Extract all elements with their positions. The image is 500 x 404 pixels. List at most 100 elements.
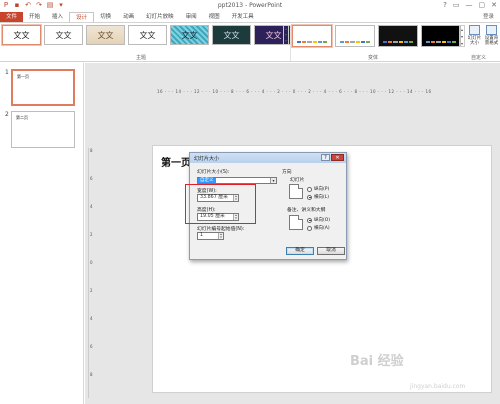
radio-label: 纵向(O) <box>314 218 331 223</box>
start-number-input[interactable]: 1 ▴ ▾ <box>197 232 224 240</box>
tab-review[interactable]: 审阅 <box>180 12 203 22</box>
slide-size-label: 幻灯片大小 <box>467 36 482 46</box>
variant-2[interactable] <box>335 25 375 47</box>
spinner-icon[interactable]: ▴ ▾ <box>218 233 223 239</box>
format-background-label: 设置背景格式 <box>484 36 499 46</box>
watermark: Bai 经验 jingyan.baidu.com <box>350 345 500 400</box>
ruler-tick: 4 <box>90 204 93 209</box>
start-number-value: 1 <box>200 233 204 238</box>
help-icon[interactable]: ? <box>443 1 447 9</box>
orientation-label: 方向 <box>282 170 292 175</box>
tab-view[interactable]: 视图 <box>203 12 226 22</box>
close-icon[interactable]: ✕ <box>491 1 497 9</box>
vertical-ruler: 8 6 4 2 0 2 4 6 8 <box>88 148 96 398</box>
radio-selected-icon <box>307 194 312 200</box>
theme-5[interactable]: 文文 <box>170 25 209 45</box>
variant-3[interactable] <box>378 25 418 47</box>
login-link[interactable]: 登录 <box>483 12 494 22</box>
watermark-logo: Bai 经验 <box>350 354 404 369</box>
ok-button[interactable]: 确定 <box>286 247 314 255</box>
horizontal-ruler: 16 · · · 14 · · · 12 · · · 10 · · · 8 · … <box>157 89 432 94</box>
slide-title[interactable]: 第一页 <box>161 154 191 169</box>
slide-size-button[interactable]: 幻灯片大小 <box>467 25 482 46</box>
variant-gallery-scroll[interactable]: ▴ ▾ ▾ <box>459 25 465 47</box>
radio-icon <box>307 225 312 231</box>
radio-label: 横向(A) <box>314 226 330 231</box>
highlight-annotation <box>185 184 256 224</box>
slide-thumbnail-title: 第一页 <box>17 74 29 79</box>
cancel-button[interactable]: 取消 <box>317 247 345 255</box>
slide-size-select[interactable]: 自定义 ▾ <box>197 177 277 184</box>
slides-landscape-radio[interactable]: 横向(L) <box>307 194 329 200</box>
notes-landscape-radio[interactable]: 横向(A) <box>307 225 330 231</box>
slide-thumbnail-title: 第二页 <box>16 115 28 120</box>
ruler-tick: 2 <box>90 232 93 237</box>
format-background-icon <box>486 25 497 35</box>
start-number-label: 幻灯片编号起始值(N): <box>197 227 245 232</box>
slide-thumbnail-1[interactable]: 第一页 <box>11 69 75 106</box>
theme-2[interactable]: 文文 <box>44 25 83 45</box>
window-title: ppt2013 - PowerPoint <box>217 2 283 9</box>
slide-number-2: 2 <box>5 111 9 118</box>
ribbon-tabs: 文件 开始 插入 设计 切换 动画 幻灯片放映 审阅 视图 开发工具 登录 <box>0 12 500 22</box>
variant-4[interactable] <box>421 25 461 47</box>
ribbon-display-icon[interactable]: ▭ <box>453 1 460 9</box>
dialog-titlebar[interactable]: 幻灯片大小 ? ✕ <box>190 153 346 163</box>
watermark-url: jingyan.baidu.com <box>410 383 466 390</box>
dialog-help-icon[interactable]: ? <box>321 154 330 161</box>
group-variants-label: 变体 <box>368 55 379 61</box>
theme-gallery: 文文 文文 文文 文文 文文 文文 文文 <box>1 24 293 46</box>
theme-6[interactable]: 文文 <box>212 25 251 45</box>
tab-home[interactable]: 开始 <box>23 12 46 22</box>
ruler-tick: 6 <box>90 176 93 181</box>
ruler-tick: 0 <box>90 260 93 265</box>
dialog-close-icon[interactable]: ✕ <box>331 154 344 161</box>
window-controls: ? ▭ — ▢ ✕ <box>443 1 497 9</box>
tab-developer[interactable]: 开发工具 <box>226 12 260 22</box>
notes-orientation-label: 备注、讲义和大纲 <box>287 208 326 213</box>
tab-transitions[interactable]: 切换 <box>94 12 117 22</box>
ruler-tick: 8 <box>90 148 93 153</box>
radio-icon <box>307 186 312 192</box>
size-label: 幻灯片大小(S): <box>197 170 230 175</box>
slide-number-1: 1 <box>5 69 9 76</box>
ruler-tick: 4 <box>90 316 93 321</box>
group-themes-label: 主题 <box>136 55 147 61</box>
theme-office[interactable]: 文文 <box>1 24 42 46</box>
dialog-title: 幻灯片大小 <box>194 156 220 162</box>
ruler-tick: 8 <box>90 372 93 377</box>
ribbon: 文文 文文 文文 文文 文文 文文 文文 ▴ ▾ ▾ 主题 ▴ ▾ ▾ 变体 幻灯片大小… <box>0 22 500 62</box>
radio-label: 纵向(P) <box>314 187 330 192</box>
tab-animations[interactable]: 动画 <box>117 12 140 22</box>
theme-4[interactable]: 文文 <box>128 25 167 45</box>
radio-selected-icon <box>307 217 312 223</box>
ruler-tick: 2 <box>90 288 93 293</box>
customize-group: 幻灯片大小 设置背景格式 <box>467 25 499 46</box>
tab-slideshow[interactable]: 幻灯片放映 <box>140 12 180 22</box>
slide-thumbnail-2[interactable]: 第二页 <box>11 111 75 148</box>
theme-gallery-scroll[interactable]: ▴ ▾ ▾ <box>283 25 289 45</box>
slides-pane: 1 第一页 2 第二页 <box>0 63 84 404</box>
variant-gallery <box>291 24 461 48</box>
group-separator <box>290 25 291 61</box>
slides-orientation-label: 幻灯片 <box>290 178 305 183</box>
format-background-button[interactable]: 设置背景格式 <box>484 25 499 46</box>
radio-label: 横向(L) <box>314 195 330 200</box>
slide-size-icon <box>469 25 480 35</box>
slide-size-value: 自定义 <box>198 178 216 183</box>
slides-portrait-radio[interactable]: 纵向(P) <box>307 186 329 192</box>
notes-portrait-icon <box>289 215 303 230</box>
tab-file[interactable]: 文件 <box>0 12 24 22</box>
chevron-down-icon: ▾ <box>270 178 276 183</box>
minimize-icon[interactable]: — <box>466 1 473 9</box>
slides-portrait-icon <box>289 184 303 199</box>
variant-1[interactable] <box>291 24 333 48</box>
maximize-icon[interactable]: ▢ <box>479 1 486 9</box>
tab-design[interactable]: 设计 <box>69 12 95 22</box>
tab-insert[interactable]: 插入 <box>46 12 69 22</box>
theme-3[interactable]: 文文 <box>86 25 125 45</box>
ruler-tick: 6 <box>90 344 93 349</box>
title-bar: P ▪ ↶ ↷ ▤ ▾ ppt2013 - PowerPoint ? ▭ — ▢… <box>0 0 500 12</box>
notes-portrait-radio[interactable]: 纵向(O) <box>307 217 330 223</box>
group-customize-label: 自定义 <box>471 55 487 61</box>
